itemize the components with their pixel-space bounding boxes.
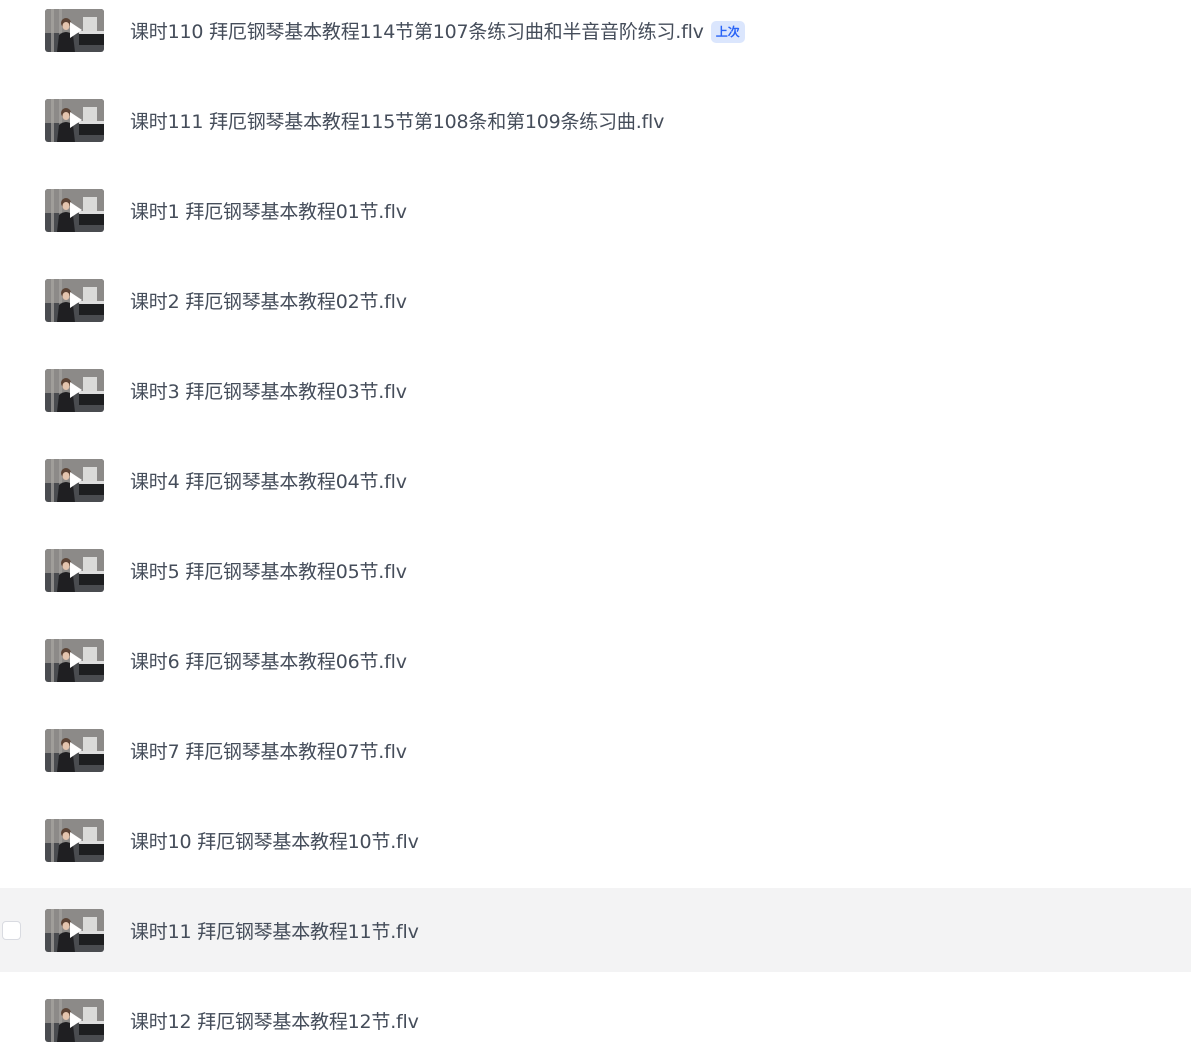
file-row[interactable]: 课时12 拜厄钢琴基本教程12节.flv [0,978,1191,1050]
file-name-text: 课时4 拜厄钢琴基本教程04节.flv [130,470,407,493]
file-name-text: 课时1 拜厄钢琴基本教程01节.flv [130,200,407,223]
file-name[interactable]: 课时12 拜厄钢琴基本教程12节.flv [130,1007,419,1034]
file-name[interactable]: 课时110 拜厄钢琴基本教程114节第107条练习曲和半音音阶练习.flv 上次 [130,17,745,44]
file-row[interactable]: 课时6 拜厄钢琴基本教程06节.flv [0,618,1191,702]
file-name-text: 课时3 拜厄钢琴基本教程03节.flv [130,380,407,403]
file-name[interactable]: 课时111 拜厄钢琴基本教程115节第108条和第109条练习曲.flv [130,107,664,134]
file-name[interactable]: 课时5 拜厄钢琴基本教程05节.flv [130,557,407,584]
file-row[interactable]: 课时5 拜厄钢琴基本教程05节.flv [0,528,1191,612]
video-thumbnail[interactable] [45,728,104,772]
file-list: 课时110 拜厄钢琴基本教程114节第107条练习曲和半音音阶练习.flv 上次 … [0,0,1191,1050]
row-checkbox[interactable] [2,920,21,940]
file-row[interactable]: 课时11 拜厄钢琴基本教程11节.flv [0,888,1191,972]
file-name-text: 课时11 拜厄钢琴基本教程11节.flv [130,920,419,943]
file-name[interactable]: 课时4 拜厄钢琴基本教程04节.flv [130,467,407,494]
video-thumbnail[interactable] [45,908,104,952]
video-thumbnail[interactable] [45,188,104,232]
file-row[interactable]: 课时10 拜厄钢琴基本教程10节.flv [0,798,1191,882]
file-row[interactable]: 课时110 拜厄钢琴基本教程114节第107条练习曲和半音音阶练习.flv 上次 [0,0,1191,72]
video-thumbnail[interactable] [45,98,104,142]
video-thumbnail[interactable] [45,638,104,682]
file-name[interactable]: 课时7 拜厄钢琴基本教程07节.flv [130,737,407,764]
file-name-text: 课时5 拜厄钢琴基本教程05节.flv [130,560,407,583]
video-thumbnail[interactable] [45,278,104,322]
file-name-text: 课时7 拜厄钢琴基本教程07节.flv [130,740,407,763]
file-row[interactable]: 课时1 拜厄钢琴基本教程01节.flv [0,168,1191,252]
file-name[interactable]: 课时2 拜厄钢琴基本教程02节.flv [130,287,407,314]
file-name-text: 课时2 拜厄钢琴基本教程02节.flv [130,290,407,313]
file-row[interactable]: 课时7 拜厄钢琴基本教程07节.flv [0,708,1191,792]
video-thumbnail[interactable] [45,818,104,862]
video-thumbnail[interactable] [45,8,104,52]
last-played-badge: 上次 [710,20,745,43]
file-row[interactable]: 课时2 拜厄钢琴基本教程02节.flv [0,258,1191,342]
file-name-text: 课时6 拜厄钢琴基本教程06节.flv [130,650,407,673]
video-thumbnail[interactable] [45,368,104,412]
file-name[interactable]: 课时10 拜厄钢琴基本教程10节.flv [130,827,419,854]
file-row[interactable]: 课时4 拜厄钢琴基本教程04节.flv [0,438,1191,522]
file-name[interactable]: 课时6 拜厄钢琴基本教程06节.flv [130,647,407,674]
file-name-text: 课时12 拜厄钢琴基本教程12节.flv [130,1010,419,1033]
file-name-text: 课时10 拜厄钢琴基本教程10节.flv [130,830,419,853]
file-name[interactable]: 课时1 拜厄钢琴基本教程01节.flv [130,197,407,224]
video-thumbnail[interactable] [45,998,104,1042]
file-name-text: 课时110 拜厄钢琴基本教程114节第107条练习曲和半音音阶练习.flv [130,20,704,43]
video-thumbnail[interactable] [45,458,104,502]
file-name-text: 课时111 拜厄钢琴基本教程115节第108条和第109条练习曲.flv [130,110,665,133]
file-name[interactable]: 课时11 拜厄钢琴基本教程11节.flv [130,917,419,944]
file-row[interactable]: 课时3 拜厄钢琴基本教程03节.flv [0,348,1191,432]
file-row[interactable]: 课时111 拜厄钢琴基本教程115节第108条和第109条练习曲.flv [0,78,1191,162]
file-name[interactable]: 课时3 拜厄钢琴基本教程03节.flv [130,377,407,404]
video-thumbnail[interactable] [45,548,104,592]
